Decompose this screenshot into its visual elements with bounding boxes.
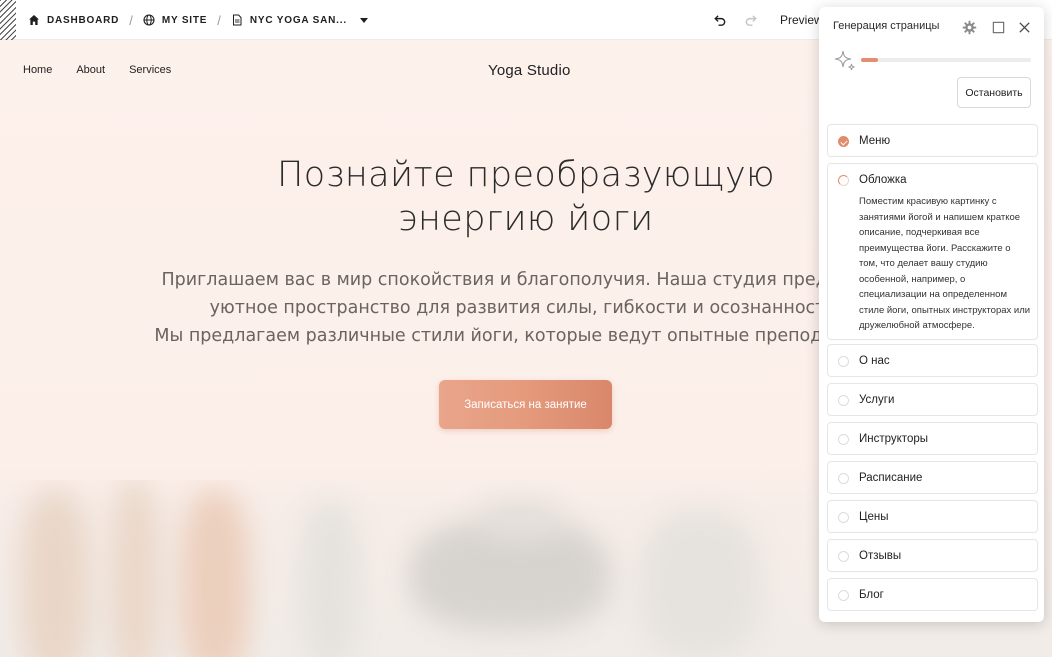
preview-button[interactable]: Preview bbox=[780, 13, 823, 27]
maximize-button[interactable] bbox=[990, 19, 1006, 35]
generation-step-item[interactable]: Инструкторы bbox=[827, 422, 1038, 455]
home-icon bbox=[29, 15, 39, 25]
step-label: Услуги bbox=[859, 394, 895, 406]
check-circle-icon bbox=[838, 136, 849, 147]
image-blur-shape bbox=[180, 490, 250, 657]
generation-step-item[interactable]: Цены bbox=[827, 500, 1038, 533]
site-logo: Yoga Studio bbox=[488, 62, 571, 79]
step-label: Отзывы bbox=[859, 550, 902, 562]
stop-button[interactable]: Остановить bbox=[957, 77, 1031, 108]
settings-button[interactable] bbox=[961, 19, 977, 35]
close-button[interactable] bbox=[1016, 19, 1032, 35]
generation-step-item[interactable]: Отзывы bbox=[827, 539, 1038, 572]
undo-button[interactable] bbox=[710, 11, 728, 29]
generation-step-item[interactable]: Расписание bbox=[827, 461, 1038, 494]
breadcrumb-label: NYC YOGA SAN... bbox=[249, 14, 347, 26]
redo-button[interactable] bbox=[742, 11, 760, 29]
empty-circle-icon bbox=[838, 473, 849, 484]
step-description: Поместим красивую картинку с занятиями й… bbox=[859, 196, 1031, 331]
page-icon bbox=[232, 14, 242, 26]
brand-pattern-icon bbox=[0, 0, 16, 40]
empty-circle-icon bbox=[838, 395, 849, 406]
page-generation-panel: Генерация страницы Остановить Меню Облож… bbox=[819, 7, 1044, 622]
gear-icon bbox=[962, 20, 976, 34]
image-blur-shape bbox=[20, 490, 90, 657]
empty-circle-icon bbox=[838, 434, 849, 445]
site-nav-services[interactable]: Services bbox=[129, 64, 171, 76]
step-label: Расписание bbox=[859, 472, 923, 484]
empty-circle-icon bbox=[838, 512, 849, 523]
step-label: Меню bbox=[859, 135, 891, 147]
step-label: Обложка bbox=[859, 174, 907, 186]
generation-step-item[interactable]: Меню bbox=[827, 124, 1038, 157]
step-label: О нас bbox=[859, 355, 890, 367]
maximize-icon bbox=[992, 21, 1004, 33]
empty-circle-icon bbox=[838, 356, 849, 367]
image-blur-shape bbox=[640, 510, 760, 657]
site-nav: Home About Services bbox=[23, 64, 171, 76]
close-icon bbox=[1018, 21, 1030, 33]
globe-icon bbox=[143, 14, 155, 26]
image-blur-shape bbox=[110, 480, 160, 657]
site-nav-about[interactable]: About bbox=[76, 64, 105, 76]
breadcrumb-separator: / bbox=[129, 12, 133, 28]
breadcrumb: DASHBOARD / MY SITE / NYC YOGA SAN... bbox=[28, 0, 368, 40]
breadcrumb-separator: / bbox=[217, 12, 221, 28]
breadcrumb-page-select[interactable]: NYC YOGA SAN... bbox=[231, 14, 368, 26]
step-label: Инструкторы bbox=[859, 433, 929, 445]
toolbar-actions: Preview bbox=[710, 0, 823, 40]
site-nav-home[interactable]: Home bbox=[23, 64, 52, 76]
generation-progress-bar bbox=[861, 58, 1031, 62]
image-blur-shape bbox=[480, 500, 560, 540]
spinner-icon bbox=[838, 175, 849, 186]
generation-step-item[interactable]: Услуги bbox=[827, 383, 1038, 416]
empty-circle-icon bbox=[838, 590, 849, 601]
breadcrumb-label: DASHBOARD bbox=[47, 14, 120, 26]
generation-step-item[interactable]: О нас bbox=[827, 344, 1038, 377]
panel-title: Генерация страницы bbox=[833, 20, 940, 32]
empty-circle-icon bbox=[838, 551, 849, 562]
generation-step-item[interactable]: Обложка Поместим красивую картинку с заня… bbox=[827, 163, 1038, 340]
image-blur-shape bbox=[300, 500, 360, 657]
sparkle-icon bbox=[834, 50, 855, 71]
undo-icon bbox=[713, 14, 725, 26]
breadcrumb-label: MY SITE bbox=[161, 14, 208, 26]
generation-step-item[interactable]: Блог bbox=[827, 578, 1038, 611]
chevron-down-icon bbox=[359, 17, 368, 23]
step-label: Цены bbox=[859, 511, 889, 523]
progress-fill bbox=[861, 58, 878, 62]
book-class-button[interactable]: Записаться на занятие bbox=[439, 380, 612, 429]
breadcrumb-my-site[interactable]: MY SITE bbox=[143, 14, 207, 26]
breadcrumb-dashboard[interactable]: DASHBOARD bbox=[28, 14, 119, 26]
panel-header: Генерация страницы bbox=[819, 7, 1044, 47]
redo-icon bbox=[745, 14, 757, 26]
step-label: Блог bbox=[859, 589, 884, 601]
